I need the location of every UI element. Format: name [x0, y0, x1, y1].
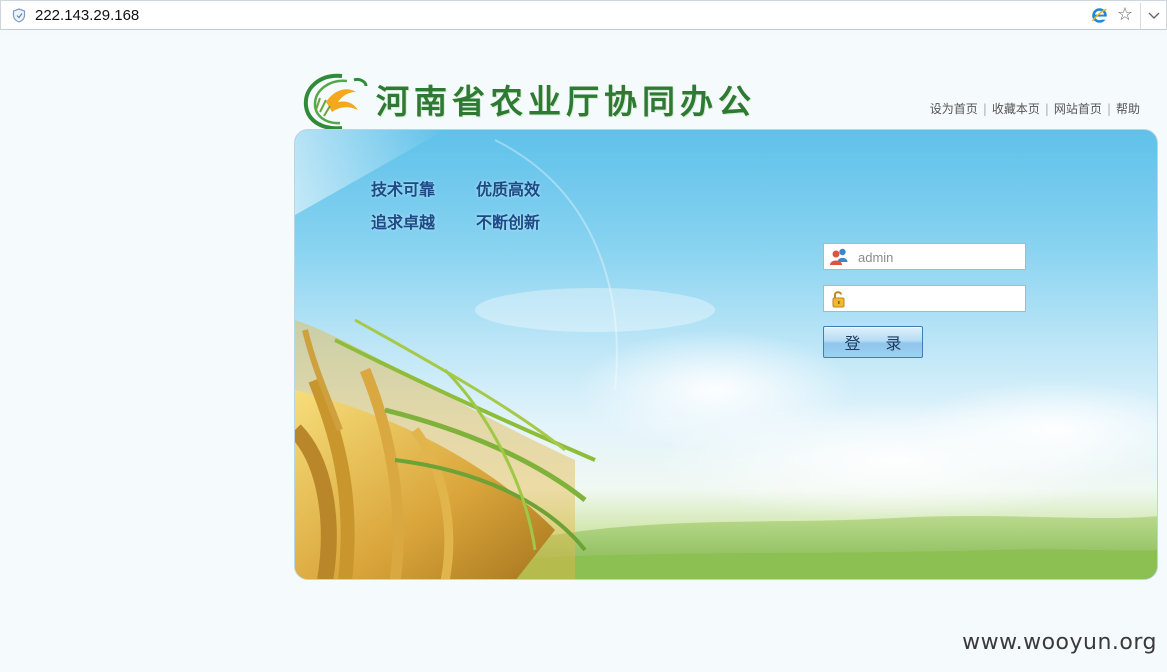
- chevron-down-icon[interactable]: [1146, 6, 1162, 24]
- username-field[interactable]: [823, 243, 1026, 270]
- login-banner: 技术可靠 优质高效 追求卓越 不断创新: [294, 129, 1158, 580]
- link-separator: |: [1044, 102, 1049, 116]
- username-input[interactable]: [858, 247, 1020, 267]
- bookmark-page-link[interactable]: 收藏本页: [992, 102, 1040, 116]
- ie-compatibility-icon[interactable]: [1091, 7, 1108, 24]
- watermark-text: www.wooyun.org: [962, 630, 1157, 655]
- slogan-quality-efficiency: 优质高效: [476, 180, 541, 199]
- slogan-reliable-tech: 技术可靠: [371, 180, 436, 199]
- favorite-star-icon[interactable]: ☆: [1116, 5, 1134, 25]
- set-homepage-link[interactable]: 设为首页: [930, 102, 978, 116]
- login-button[interactable]: 登 录: [823, 326, 923, 358]
- top-links: 设为首页 | 收藏本页 | 网站首页 | 帮助: [930, 100, 1140, 118]
- password-input[interactable]: [858, 289, 1020, 309]
- site-home-link[interactable]: 网站首页: [1054, 102, 1102, 116]
- shield-icon: [12, 8, 26, 23]
- browser-address-bar: 222.143.29.168 ☆: [0, 0, 1167, 30]
- password-field[interactable]: [823, 285, 1026, 312]
- agriculture-logo-icon: [303, 73, 368, 131]
- slogan-pursue-excellence: 追求卓越: [371, 213, 436, 232]
- link-separator: |: [982, 102, 987, 116]
- site-title: 河南省农业厅协同办公: [376, 82, 756, 121]
- lock-icon: [832, 291, 845, 308]
- toolbar-divider: [1140, 3, 1141, 29]
- link-separator: |: [1106, 102, 1111, 116]
- help-link[interactable]: 帮助: [1116, 102, 1140, 116]
- slogan-keep-innovating: 不断创新: [476, 213, 541, 232]
- user-icon: [830, 248, 848, 265]
- url-text[interactable]: 222.143.29.168: [35, 5, 139, 27]
